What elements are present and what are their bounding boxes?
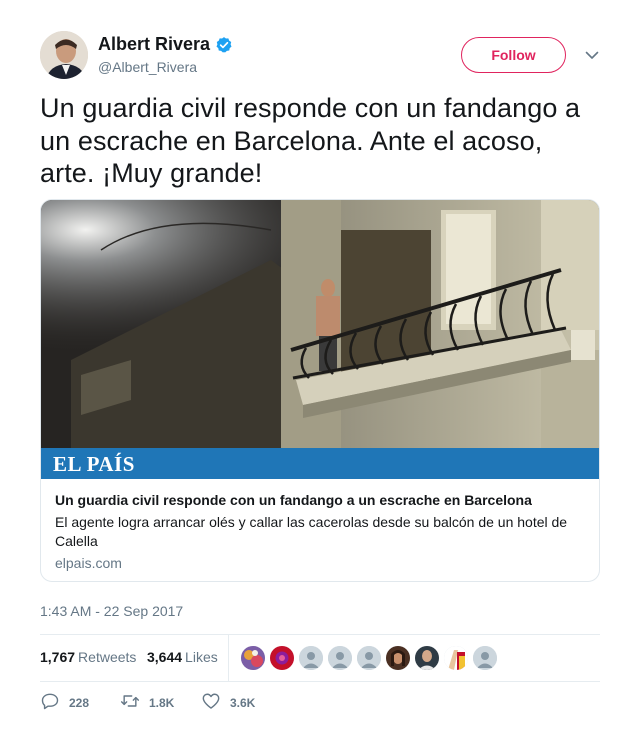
publisher-logo: EL PAÍS <box>53 452 135 476</box>
chevron-down-icon[interactable] <box>584 47 600 63</box>
retweet-action-count: 1.8K <box>149 696 175 710</box>
stats-separator <box>228 635 229 681</box>
like-stat[interactable]: 3,644 Likes <box>147 649 218 665</box>
verified-badge-icon <box>215 36 233 54</box>
author-avatar[interactable] <box>40 31 88 79</box>
tweet-text: Un guardia civil responde con un fandang… <box>40 93 581 188</box>
card-title[interactable]: Un guardia civil responde con un fandang… <box>55 492 585 508</box>
card-image <box>41 200 599 448</box>
author-handle[interactable]: @Albert_Rivera <box>98 59 197 75</box>
liker-avatar[interactable] <box>241 646 265 670</box>
heart-icon <box>201 691 221 716</box>
author-name-row: Albert Rivera <box>98 34 233 55</box>
like-button[interactable]: 3.6K <box>201 690 255 716</box>
link-preview-card[interactable]: EL PAÍS Un guardia civil responde con un… <box>40 199 600 582</box>
retweet-label: Retweets <box>78 649 137 665</box>
tweet-stats: 1,767 Retweets 3,644 Likes <box>40 635 600 681</box>
liker-avatar[interactable] <box>357 646 381 670</box>
liker-avatar[interactable] <box>299 646 323 670</box>
reply-button[interactable]: 228 <box>40 690 89 716</box>
author-display-name[interactable]: Albert Rivera <box>98 34 210 55</box>
retweet-button[interactable]: 1.8K <box>120 690 174 716</box>
retweet-icon <box>120 691 140 716</box>
liker-avatar[interactable] <box>415 646 439 670</box>
liker-avatar[interactable] <box>444 646 468 670</box>
tweet-timestamp[interactable]: 1:43 AM - 22 Sep 2017 <box>40 603 183 619</box>
follow-button[interactable]: Follow <box>461 37 566 73</box>
like-count: 3,644 <box>147 649 183 665</box>
liker-avatar[interactable] <box>270 646 294 670</box>
liker-avatar[interactable] <box>328 646 352 670</box>
retweet-count: 1,767 <box>40 649 76 665</box>
liker-avatar[interactable] <box>473 646 497 670</box>
reply-count: 228 <box>69 696 90 710</box>
like-label: Likes <box>185 649 218 665</box>
like-action-count: 3.6K <box>230 696 256 710</box>
tweet-header: Albert Rivera @Albert_Rivera Follow <box>40 31 600 81</box>
liker-avatar[interactable] <box>386 646 410 670</box>
publisher-brand-bar: EL PAÍS <box>41 448 599 479</box>
card-domain[interactable]: elpais.com <box>55 555 122 571</box>
divider <box>40 681 600 682</box>
reply-icon <box>40 691 60 716</box>
card-description: El agente logra arrancar olés y callar l… <box>55 514 568 549</box>
retweet-stat[interactable]: 1,767 Retweets <box>40 649 136 665</box>
tweet-actions: 228 1.8K 3.6K <box>40 690 600 716</box>
